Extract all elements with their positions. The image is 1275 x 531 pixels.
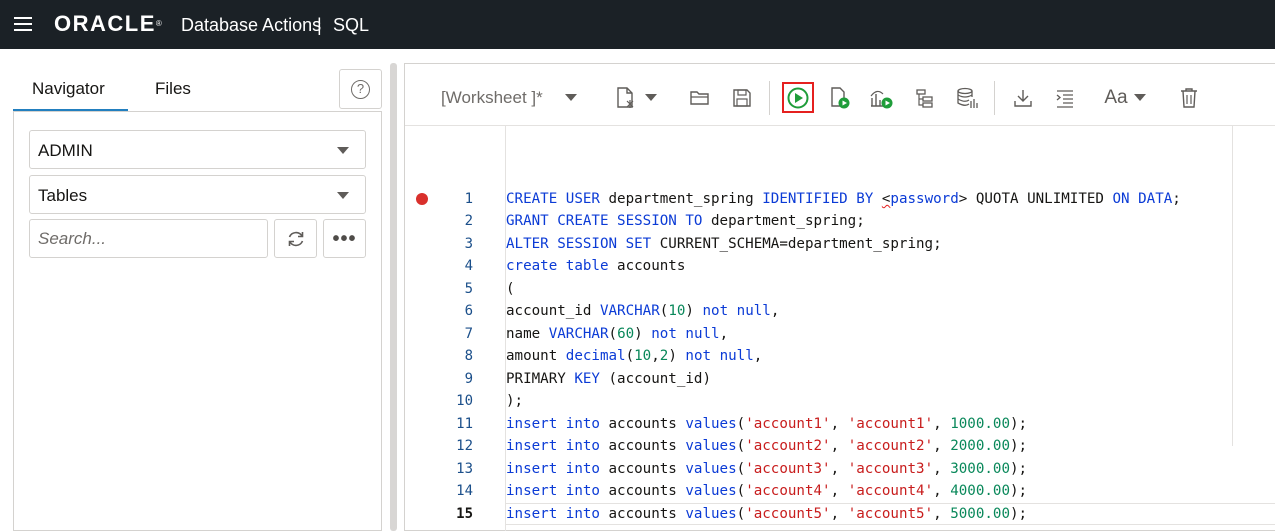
code-line-text[interactable]: ALTER SESSION SET CURRENT_SCHEMA=departm…: [506, 233, 942, 255]
sql-worksheet: [Worksheet ]* Aa 1 CREATE USER departmen…: [404, 63, 1275, 531]
more-options-icon: •••: [332, 227, 357, 250]
code-line-current: 15 insert into accounts values('account5…: [405, 503, 1275, 525]
navigator-content-box: [13, 111, 382, 531]
code-line-text[interactable]: (: [506, 278, 515, 300]
chevron-down-icon[interactable]: [645, 94, 657, 101]
title-separator: |: [317, 15, 322, 35]
line-number: 11: [456, 416, 473, 432]
toolbar-divider: [769, 81, 770, 115]
line-number: 10: [456, 393, 473, 409]
line-number: 15: [456, 506, 473, 522]
font-size-icon[interactable]: Aa: [1099, 84, 1133, 112]
code-line: 13 insert into accounts values('account3…: [405, 458, 1275, 480]
code-line: 11 insert into accounts values('account1…: [405, 413, 1275, 435]
more-options-button[interactable]: •••: [323, 219, 366, 258]
navigator-panel: Navigator Files ? ADMIN Tables •••: [0, 49, 390, 531]
code-line-text[interactable]: GRANT CREATE SESSION TO department_sprin…: [506, 210, 865, 232]
code-line: 9 PRIMARY KEY (account_id): [405, 368, 1275, 390]
app-title: Database Actions: [181, 15, 322, 35]
code-line-text[interactable]: CREATE USER department_spring IDENTIFIED…: [506, 188, 1181, 210]
format-icon[interactable]: [1051, 84, 1079, 112]
oracle-logo: ORACLE®: [54, 11, 162, 36]
line-number: 1: [464, 191, 473, 207]
new-worksheet-icon[interactable]: [611, 84, 639, 112]
trash-icon[interactable]: [1175, 84, 1203, 112]
code-line: 10 );: [405, 390, 1275, 412]
code-line: 6 account_id VARCHAR(10) not null,: [405, 300, 1275, 322]
help-icon: ?: [351, 79, 370, 99]
chevron-down-icon: [337, 147, 349, 154]
object-type-select[interactable]: Tables: [29, 175, 366, 214]
code-line: 3 ALTER SESSION SET CURRENT_SCHEMA=depar…: [405, 233, 1275, 255]
schema-select-value: ADMIN: [38, 141, 93, 160]
line-number: 5: [464, 281, 473, 297]
run-script-icon[interactable]: [826, 84, 854, 112]
worksheet-toolbar: [Worksheet ]* Aa: [405, 64, 1275, 126]
line-number: 12: [456, 438, 473, 454]
code-line-text[interactable]: name VARCHAR(60) not null,: [506, 323, 728, 345]
code-line-text[interactable]: PRIMARY KEY (account_id): [506, 368, 711, 390]
chevron-down-icon[interactable]: [565, 94, 577, 101]
line-number: 3: [464, 236, 473, 252]
worksheet-selector[interactable]: [Worksheet ]*: [441, 88, 543, 108]
line-number: 7: [464, 326, 473, 342]
code-line: 2 GRANT CREATE SESSION TO department_spr…: [405, 210, 1275, 232]
code-line-text[interactable]: );: [506, 390, 523, 412]
code-line-text[interactable]: amount decimal(10,2) not null,: [506, 345, 762, 367]
code-line-text[interactable]: insert into accounts values('account2', …: [506, 435, 1027, 457]
code-line: 8 amount decimal(10,2) not null,: [405, 345, 1275, 367]
code-line-text[interactable]: create table accounts: [506, 255, 685, 277]
tab-files[interactable]: Files: [155, 79, 191, 99]
panel-splitter[interactable]: [390, 63, 397, 531]
code-line-text[interactable]: insert into accounts values('account3', …: [506, 458, 1027, 480]
search-input[interactable]: [29, 219, 268, 258]
top-header: ORACLE® Database Actions | SQL: [0, 0, 1275, 49]
code-line-text[interactable]: account_id VARCHAR(10) not null,: [506, 300, 779, 322]
code-line: 1 CREATE USER department_spring IDENTIFI…: [405, 188, 1275, 210]
chevron-down-icon: [337, 192, 349, 199]
object-type-select-value: Tables: [38, 186, 88, 205]
code-editor[interactable]: 1 CREATE USER department_spring IDENTIFI…: [405, 126, 1275, 531]
line-number: 6: [464, 303, 473, 319]
line-number: 13: [456, 461, 473, 477]
run-statement-icon: [787, 87, 809, 108]
chevron-down-icon[interactable]: [1134, 94, 1146, 101]
help-button[interactable]: ?: [339, 69, 382, 109]
hamburger-menu-icon[interactable]: [14, 17, 32, 31]
code-line: 7 name VARCHAR(60) not null,: [405, 323, 1275, 345]
line-number: 9: [464, 371, 473, 387]
code-line: 12 insert into accounts values('account2…: [405, 435, 1275, 457]
run-statement-button[interactable]: [782, 82, 814, 113]
line-number: 8: [464, 348, 473, 364]
line-number: 2: [464, 213, 473, 229]
code-line: 5 (: [405, 278, 1275, 300]
line-number: 14: [456, 483, 473, 499]
line-number: 4: [464, 258, 473, 274]
refresh-button[interactable]: [274, 219, 317, 258]
tab-navigator[interactable]: Navigator: [32, 79, 105, 99]
sql-history-icon[interactable]: [953, 84, 981, 112]
breakpoint-marker[interactable]: [416, 193, 428, 205]
code-line: 14 insert into accounts values('account4…: [405, 480, 1275, 502]
code-line-text[interactable]: insert into accounts values('account5', …: [506, 503, 1027, 525]
refresh-icon: [288, 231, 303, 246]
code-line-text[interactable]: insert into accounts values('account4', …: [506, 480, 1027, 502]
toolbar-divider: [994, 81, 995, 115]
code-line: 4 create table accounts: [405, 255, 1275, 277]
app-section-title: SQL: [333, 15, 370, 35]
schema-select[interactable]: ADMIN: [29, 130, 366, 169]
download-icon[interactable]: [1009, 84, 1037, 112]
code-line-text[interactable]: insert into accounts values('account1', …: [506, 413, 1027, 435]
folder-open-icon[interactable]: [686, 84, 714, 112]
save-icon[interactable]: [728, 84, 756, 112]
autotrace-icon[interactable]: [868, 84, 896, 112]
explain-plan-icon[interactable]: [911, 84, 939, 112]
